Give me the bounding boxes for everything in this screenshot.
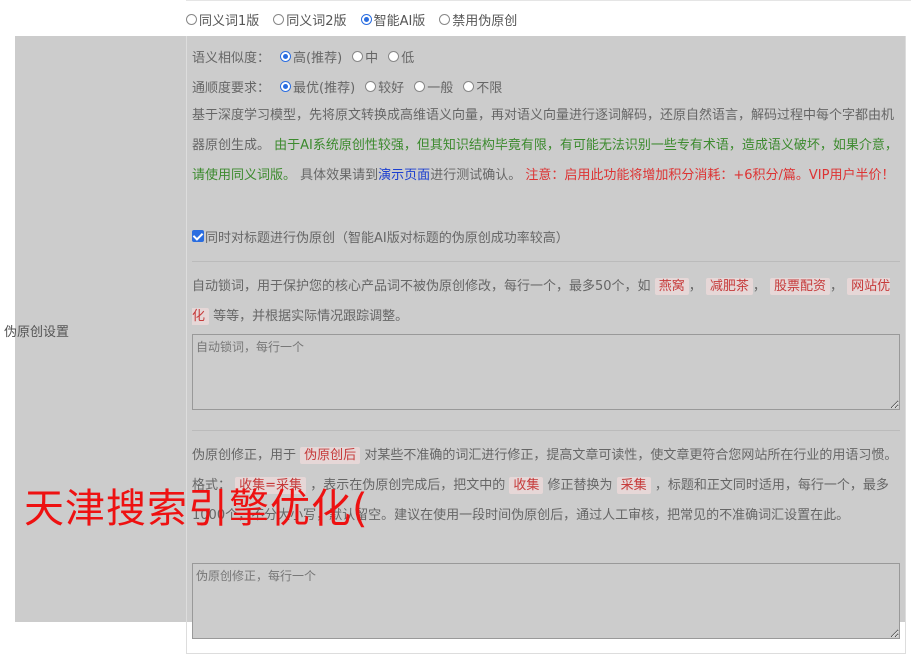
similarity-row: 语义相似度： 高(推荐) 中 低 xyxy=(192,45,900,67)
mode-option-label: 禁用伪原创 xyxy=(452,14,518,29)
mode-option-label: 同义词2版 xyxy=(286,14,347,29)
lock-words-textarea[interactable] xyxy=(192,334,900,410)
radio-icon[interactable] xyxy=(439,14,451,25)
option-label: 中 xyxy=(365,50,379,66)
fluency-any[interactable]: 不限 xyxy=(463,77,502,96)
example-chip: 收集 xyxy=(509,477,544,494)
radio-icon[interactable] xyxy=(414,80,426,92)
demo-page-link[interactable]: 演示页面 xyxy=(378,168,430,183)
example-chip: 股票配资 xyxy=(770,278,831,295)
option-label: 低 xyxy=(401,50,415,66)
mode-radio-group: 同义词1版 同义词2版 智能AI版 禁用伪原创 xyxy=(186,10,517,29)
fluency-best[interactable]: 最优(推荐) xyxy=(280,77,355,96)
option-label: 较好 xyxy=(378,80,405,96)
example-chip: 减肥茶 xyxy=(705,278,753,295)
radio-icon[interactable] xyxy=(388,50,400,62)
similarity-label: 语义相似度： xyxy=(192,50,271,66)
fix-desc-text: 修正替换为 xyxy=(547,478,613,493)
radio-icon[interactable] xyxy=(186,14,197,25)
similarity-high[interactable]: 高(推荐) xyxy=(280,47,342,66)
example-chip: 采集 xyxy=(616,477,651,494)
title-checkbox-row[interactable]: 同时对标题进行伪原创（智能AI版对标题的伪原创成功率较高） xyxy=(192,225,900,247)
example-chip: 燕窝 xyxy=(654,278,689,295)
ai-desc-text: 具体效果请到 xyxy=(300,168,379,183)
radio-icon[interactable] xyxy=(463,80,475,92)
radio-icon[interactable] xyxy=(365,80,377,92)
checkbox-checked-icon[interactable] xyxy=(192,230,204,242)
option-label: 一般 xyxy=(427,80,454,96)
similarity-low[interactable]: 低 xyxy=(388,47,414,66)
top-divider xyxy=(186,0,911,1)
similarity-mid[interactable]: 中 xyxy=(352,47,378,66)
section-label: 伪原创设置 xyxy=(4,325,70,340)
fluency-good[interactable]: 较好 xyxy=(365,77,404,96)
lock-words-description: 自动锁词，用于保护您的核心产品词不被伪原创修改，每行一个，最多50个，如 燕窝，… xyxy=(192,278,891,325)
radio-selected-icon[interactable] xyxy=(280,80,292,92)
mode-option-label: 同义词1版 xyxy=(199,14,260,29)
example-chip: 伪原创后 xyxy=(300,447,361,464)
fluency-label: 通顺度要求： xyxy=(192,80,271,96)
lock-desc-text: 等等，并根据实际情况跟踪调整。 xyxy=(213,309,409,324)
section-divider xyxy=(192,261,900,262)
lock-desc-text: 自动锁词，用于保护您的核心产品词不被伪原创修改，每行一个，最多50个，如 xyxy=(192,279,651,294)
option-label: 高(推荐) xyxy=(293,50,343,66)
radio-icon[interactable] xyxy=(273,14,285,25)
radio-selected-icon[interactable] xyxy=(360,14,372,25)
mode-option-synonym-v2[interactable]: 同义词2版 xyxy=(273,10,347,29)
option-label: 不限 xyxy=(476,80,503,96)
title-checkbox-label: 同时对标题进行伪原创（智能AI版对标题的伪原创成功率较高） xyxy=(205,230,569,246)
fix-desc-text: 伪原创修正，用于 xyxy=(192,448,297,463)
ai-desc-text: 进行测试确认。 xyxy=(430,168,522,183)
ai-description: 基于深度学习模型，先将原文转换成高维语义向量，再对语义向量进行逐词解码，还原自然… xyxy=(192,101,900,191)
mode-option-ai[interactable]: 智能AI版 xyxy=(360,10,426,29)
radio-icon[interactable] xyxy=(352,50,364,62)
section-divider xyxy=(192,430,900,431)
option-label: 最优(推荐) xyxy=(293,80,356,96)
fluency-normal[interactable]: 一般 xyxy=(414,77,453,96)
mode-option-label: 智能AI版 xyxy=(373,14,426,29)
mode-option-disable[interactable]: 禁用伪原创 xyxy=(439,10,517,29)
watermark-text: 天津搜索引擎优化( xyxy=(24,486,369,532)
ai-desc-cost-notice: 注意：启用此功能将增加积分消耗：+6积分/篇。VIP用户半价！ xyxy=(525,168,895,183)
correction-textarea[interactable] xyxy=(192,563,900,639)
fluency-row: 通顺度要求： 最优(推荐) 较好 一般 不限 xyxy=(192,75,900,97)
mode-option-synonym-v1[interactable]: 同义词1版 xyxy=(186,10,259,29)
radio-selected-icon[interactable] xyxy=(280,50,292,62)
